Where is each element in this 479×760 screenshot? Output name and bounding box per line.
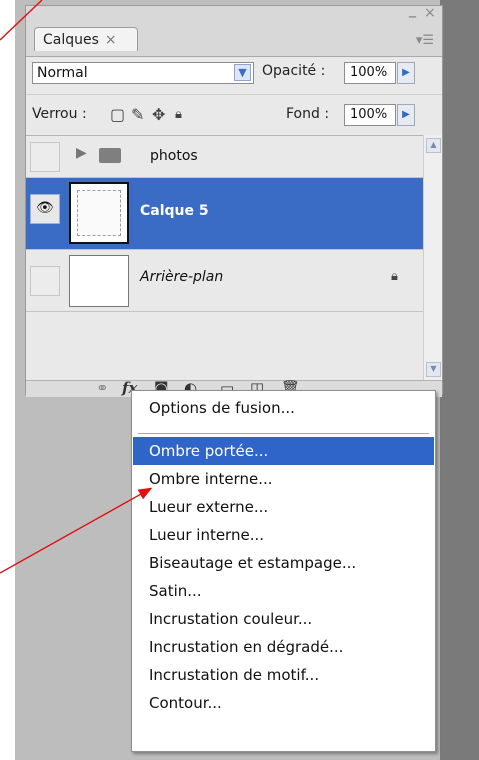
layer-row-calque-5[interactable]: 👁︎ Calque 5: [26, 178, 425, 250]
chevron-down-icon[interactable]: ▼: [234, 64, 251, 81]
blend-mode-value: Normal: [37, 65, 88, 81]
scroll-up-icon[interactable]: ▲: [426, 138, 441, 153]
menu-item-contour[interactable]: Contour...: [133, 689, 434, 717]
visibility-toggle[interactable]: [30, 142, 60, 172]
menu-item-incrustation-motif[interactable]: Incrustation de motif...: [133, 661, 434, 689]
lock-label: Verrou :: [32, 106, 87, 122]
layers-list: ▶ photos 👁︎ Calque 5 Arrière-plan 🔒︎: [26, 135, 425, 381]
minimize-icon[interactable]: –: [408, 6, 417, 27]
layer-row-arriere-plan[interactable]: Arrière-plan 🔒︎: [26, 250, 425, 312]
expand-triangle-icon[interactable]: ▶: [76, 145, 87, 161]
menu-item-ombre-portee[interactable]: Ombre portée...: [133, 437, 434, 465]
lock-all-icon[interactable]: 🔒︎: [175, 107, 182, 122]
opacity-slider-arrow-icon[interactable]: ▶: [397, 62, 415, 84]
visibility-toggle[interactable]: [30, 266, 60, 296]
thumbnail-content: [77, 190, 121, 236]
menu-item-biseautage[interactable]: Biseautage et estampage...: [133, 549, 434, 577]
menu-item-satin[interactable]: Satin...: [133, 577, 434, 605]
blend-mode-select[interactable]: Normal ▼: [32, 62, 254, 84]
layer-thumbnail: [69, 182, 129, 244]
visibility-toggle[interactable]: 👁︎: [30, 194, 60, 224]
lock-transparency-icon[interactable]: ▢: [110, 105, 125, 124]
menu-separator: [138, 433, 429, 434]
eye-icon: 👁︎: [36, 200, 54, 216]
fill-field[interactable]: 100%: [344, 104, 396, 126]
layer-name: photos: [150, 148, 198, 164]
menu-item-lueur-interne[interactable]: Lueur interne...: [133, 521, 434, 549]
panel-menu-icon[interactable]: ▾☰: [416, 33, 434, 48]
menu-item-incrustation-degrade[interactable]: Incrustation en dégradé...: [133, 633, 434, 661]
layer-style-menu: Options de fusion... Ombre portée... Omb…: [131, 390, 436, 752]
layer-thumbnail: [69, 255, 129, 307]
link-icon[interactable]: ⚭: [96, 379, 109, 397]
close-icon[interactable]: ×: [424, 5, 436, 21]
layer-row-photos[interactable]: ▶ photos: [26, 136, 425, 178]
lock-position-icon[interactable]: ✥: [152, 105, 165, 124]
layers-panel: Calques × – × ▾☰ Normal ▼ Opacité : 100% …: [25, 5, 443, 397]
opacity-field[interactable]: 100%: [344, 62, 396, 84]
lock-pixels-icon[interactable]: ✎: [131, 105, 144, 124]
scroll-down-icon[interactable]: ▼: [426, 362, 441, 377]
layer-name: Calque 5: [140, 203, 209, 219]
layers-scrollbar[interactable]: ▲ ▼: [423, 135, 442, 380]
blend-row: Normal ▼ Opacité : 100% ▶: [26, 58, 442, 92]
menu-item-incrustation-couleur[interactable]: Incrustation couleur...: [133, 605, 434, 633]
opacity-label: Opacité :: [262, 63, 326, 79]
fill-slider-arrow-icon[interactable]: ▶: [397, 104, 415, 126]
menu-item-lueur-externe[interactable]: Lueur externe...: [133, 493, 434, 521]
tab-calques[interactable]: Calques ×: [34, 27, 138, 51]
layer-name: Arrière-plan: [140, 269, 224, 285]
menu-item-ombre-interne[interactable]: Ombre interne...: [133, 465, 434, 493]
tab-label: Calques: [43, 32, 99, 48]
tab-close-icon[interactable]: ×: [105, 32, 117, 48]
folder-icon: [99, 148, 121, 163]
lock-row: Verrou : ▢ ✎ ✥ 🔒︎ Fond : 100% ▶: [26, 94, 442, 133]
menu-item-options-de-fusion[interactable]: Options de fusion...: [133, 394, 434, 422]
background-dark-strip: [440, 0, 479, 760]
fill-label: Fond :: [286, 106, 330, 122]
panel-tabbar: Calques × – × ▾☰: [26, 5, 442, 57]
lock-icon: 🔒︎: [391, 269, 398, 284]
